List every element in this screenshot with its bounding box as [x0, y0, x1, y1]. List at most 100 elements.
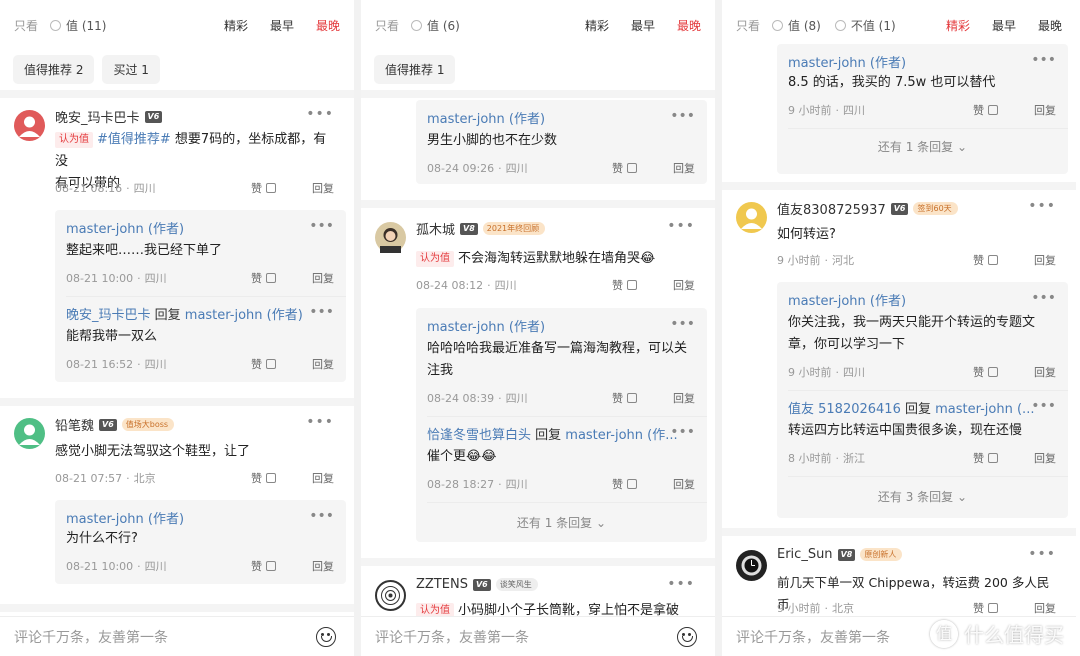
reply-button[interactable]: 回复: [312, 356, 334, 372]
more-icon[interactable]: •••: [667, 218, 695, 234]
thumb-up-icon: [988, 603, 998, 613]
expand-replies-button[interactable]: 还有 1 条回复 ⌄: [777, 138, 1068, 155]
reply-box: master-john (作者) ••• 8.5 的话，我买的 7.5w 也可以…: [777, 44, 1068, 174]
reply-button[interactable]: 回复: [312, 270, 334, 286]
reply-item: master-john (作者) ••• 哈哈哈哈我最近准备写一篇海淘教程，可以…: [416, 308, 707, 416]
reply-author[interactable]: master-john (作者): [788, 52, 906, 71]
reply-button[interactable]: 回复: [312, 180, 334, 196]
filter-worth-radio[interactable]: 值 (11): [50, 17, 106, 34]
divider: [361, 90, 715, 98]
filter-worth-radio[interactable]: 值 (8): [772, 17, 821, 34]
comment-input[interactable]: 评论千万条，友善第一条: [736, 627, 890, 647]
reply-item: 晚安_玛卡巴卡 回复 master-john (作者) ••• 能帮我带一双么 …: [55, 296, 346, 382]
reply-button[interactable]: 回复: [312, 558, 334, 574]
sort-earliest[interactable]: 最早: [631, 17, 655, 34]
filter-bar: 只看 值 (6) 精彩 最早 最晚: [361, 0, 715, 50]
reply-author[interactable]: master-john (作者): [427, 108, 545, 127]
comment-panel-2: 只看 值 (6) 精彩 最早 最晚 值得推荐 1 master-john (作者…: [361, 0, 715, 656]
sort-earliest[interactable]: 最早: [270, 17, 294, 34]
reply-button[interactable]: 回复: [673, 160, 695, 176]
sort-latest[interactable]: 最晚: [677, 17, 701, 34]
reply-button[interactable]: 回复: [1034, 364, 1056, 380]
like-button[interactable]: 赞: [612, 476, 637, 492]
reply-button[interactable]: 回复: [1034, 102, 1056, 118]
reply-button[interactable]: 回复: [1034, 600, 1056, 616]
comment-input[interactable]: 评论千万条，友善第一条: [375, 627, 529, 647]
like-button[interactable]: 赞: [251, 270, 276, 286]
expand-replies-button[interactable]: 还有 3 条回复 ⌄: [777, 488, 1068, 505]
reply-meta: 9 小时前 · 四川 赞回复: [788, 364, 1056, 380]
more-icon[interactable]: •••: [309, 304, 334, 320]
reply-text: 能帮我带一双么: [66, 329, 158, 344]
sort-featured[interactable]: 精彩: [946, 17, 970, 34]
like-button[interactable]: 赞: [973, 102, 998, 118]
like-button[interactable]: 赞: [612, 277, 637, 293]
sort-latest[interactable]: 最晚: [316, 17, 340, 34]
avatar[interactable]: [375, 222, 406, 253]
like-button[interactable]: 赞: [612, 160, 637, 176]
tag-recommend[interactable]: 值得推荐 2: [13, 54, 95, 84]
like-button[interactable]: 赞: [251, 470, 276, 486]
hashtag[interactable]: #值得推荐#: [97, 132, 171, 147]
reply-button[interactable]: 回复: [673, 476, 695, 492]
more-icon[interactable]: •••: [306, 106, 334, 122]
filter-worth-radio[interactable]: 值 (6): [411, 17, 460, 34]
like-button[interactable]: 赞: [973, 252, 998, 268]
more-icon[interactable]: •••: [670, 316, 695, 332]
like-button[interactable]: 赞: [251, 180, 276, 196]
emoji-icon[interactable]: [316, 626, 336, 647]
avatar[interactable]: [14, 418, 45, 449]
more-icon[interactable]: •••: [1031, 398, 1056, 414]
comment-input[interactable]: 评论千万条，友善第一条: [14, 627, 168, 647]
more-icon[interactable]: •••: [1028, 546, 1056, 562]
comment-input-bar[interactable]: 评论千万条，友善第一条: [361, 616, 715, 656]
sort-featured[interactable]: 精彩: [224, 17, 248, 34]
more-icon[interactable]: •••: [670, 108, 695, 124]
reply-author[interactable]: master-john (作者): [66, 218, 184, 237]
reply-author[interactable]: master-john (作者): [788, 290, 906, 309]
reply-button[interactable]: 回复: [673, 390, 695, 406]
avatar[interactable]: [375, 580, 406, 611]
sort-latest[interactable]: 最晚: [1038, 17, 1062, 34]
filter-bar: 只看 值 (11) 精彩 最早 最晚: [0, 0, 354, 50]
comment-author: Eric_Sun V8 原创新人: [777, 547, 903, 562]
thumb-up-icon: [627, 163, 637, 173]
reply-button[interactable]: 回复: [1034, 450, 1056, 466]
like-button[interactable]: 赞: [973, 364, 998, 380]
tag-bought[interactable]: 买过 1: [102, 54, 160, 84]
avatar[interactable]: [736, 202, 767, 233]
like-button[interactable]: 赞: [251, 356, 276, 372]
more-icon[interactable]: •••: [667, 576, 695, 592]
tag-recommend[interactable]: 值得推荐 1: [374, 54, 456, 84]
reply-author[interactable]: master-john (作者): [427, 316, 545, 335]
divider: [427, 502, 707, 503]
reply-button[interactable]: 回复: [312, 470, 334, 486]
chevron-down-icon: ⌄: [957, 490, 968, 504]
comment-text: 感觉小脚无法驾驭这个鞋型，让了: [55, 444, 251, 459]
like-button[interactable]: 赞: [251, 558, 276, 574]
medal-badge: 谈笑风生: [495, 578, 538, 591]
emoji-icon[interactable]: [677, 626, 697, 647]
avatar[interactable]: [736, 550, 767, 581]
more-icon[interactable]: •••: [309, 218, 334, 234]
more-icon[interactable]: •••: [1028, 198, 1056, 214]
filter-not-worth-radio[interactable]: 不值 (1): [834, 17, 896, 34]
reply-author[interactable]: master-john (作者): [66, 508, 184, 527]
sort-earliest[interactable]: 最早: [992, 17, 1016, 34]
more-icon[interactable]: •••: [1031, 52, 1056, 68]
comment-input-bar[interactable]: 评论千万条，友善第一条: [0, 616, 354, 656]
more-icon[interactable]: •••: [1031, 290, 1056, 306]
more-icon[interactable]: •••: [309, 508, 334, 524]
sort-featured[interactable]: 精彩: [585, 17, 609, 34]
column-gap: [354, 0, 361, 656]
reply-button[interactable]: 回复: [673, 277, 695, 293]
only-label: 只看: [14, 18, 39, 33]
like-button[interactable]: 赞: [973, 600, 998, 616]
like-button[interactable]: 赞: [612, 390, 637, 406]
like-button[interactable]: 赞: [973, 450, 998, 466]
more-icon[interactable]: •••: [306, 414, 334, 430]
expand-replies-button[interactable]: 还有 1 条回复 ⌄: [416, 514, 707, 531]
avatar[interactable]: [14, 110, 45, 141]
reply-button[interactable]: 回复: [1034, 252, 1056, 268]
more-icon[interactable]: •••: [670, 424, 695, 440]
